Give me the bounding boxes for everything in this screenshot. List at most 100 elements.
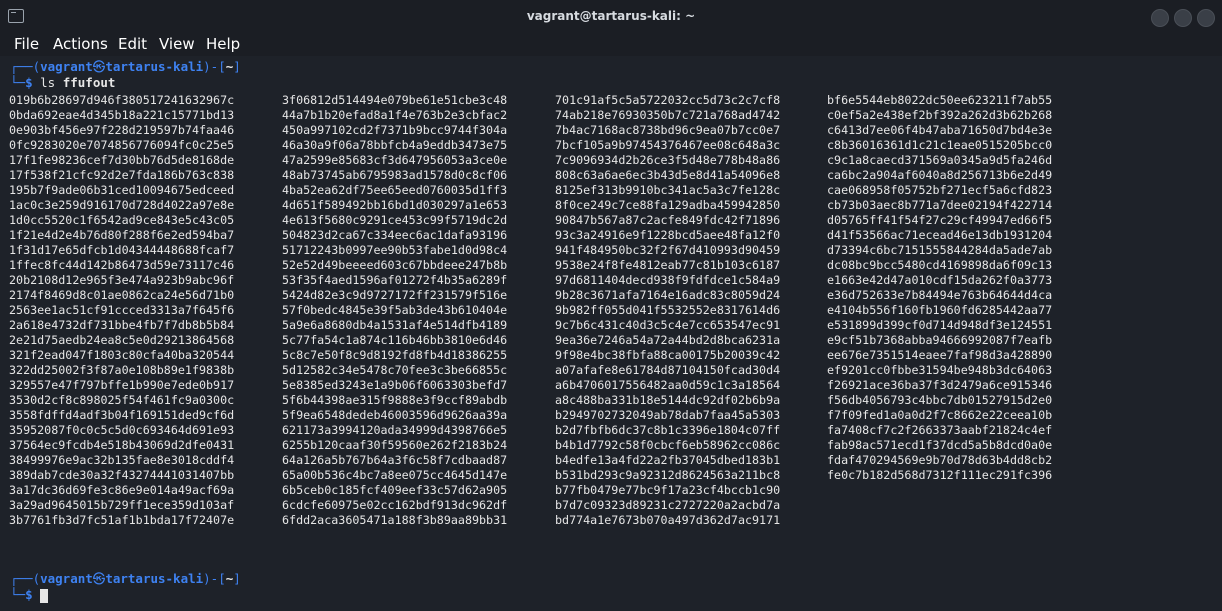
file-entry: 44a7b1b20efad8a1f4e763b2e3cbfac2: [282, 108, 508, 122]
file-entry: 701c91af5c5a5722032cc5d73c2c7cf8: [555, 93, 781, 107]
file-entry: 4e613f5680c9291ce453c99f5719dc2d: [282, 213, 508, 227]
file-entry: c9c1a8caecd371569a0345a9d5fa246d: [827, 153, 1053, 167]
file-entry: b531bd293c9a92312d8624563a211bc8: [555, 468, 781, 482]
file-entry: 195b7f9ade06b31ced10094675edceed: [9, 183, 235, 197]
menu-file[interactable]: File: [14, 35, 39, 53]
ls-row: 3a17dc36d69fe3c86e9e014a49acf69a 6b5ceb0c…: [9, 483, 1219, 498]
file-entry: f56db4056793c4bbc7db01527915d2e0: [827, 393, 1053, 407]
ls-row: 17f1fe98236cef7d30bb76d5de8168de 47a2599e…: [9, 153, 1219, 168]
file-entry: 5d12582c34e5478c70fee3c3be66855c: [282, 363, 508, 377]
file-entry: 6b5ceb0c185fcf409eef33c57d62a905: [282, 483, 508, 497]
file-entry: bf6e5544eb8022dc50ee623211f7ab55: [827, 93, 1053, 107]
maximize-button[interactable]: [1174, 9, 1192, 27]
file-entry: b4b1d7792c58f0cbcf6eb58962cc086c: [555, 438, 781, 452]
file-entry: 6255b120caaf30f59560e262f2183b24: [282, 438, 508, 452]
file-entry: dc08bc9bcc5480cd4169898da6f09c13: [827, 258, 1053, 272]
menu-help[interactable]: Help: [206, 35, 240, 53]
file-entry: f7f09fed1a0a0d2f7c8662e22ceea10b: [827, 408, 1053, 422]
file-entry: 2174f8469d8c01ae0862ca24e56d71b0: [9, 288, 235, 302]
file-entry: 941f484950bc32f2f67d410993d90459: [555, 243, 781, 257]
file-entry: ef9201cc0fbbe31594be948b3dc64063: [827, 363, 1053, 377]
file-entry: 5a9e6a8680db4a1531af4e514dfb4189: [282, 318, 508, 332]
file-entry: 0fc9283020e7074856776094fc0c25e5: [9, 138, 235, 152]
file-entry: 3a29ad9645015b729ff1ece359d103af: [9, 498, 235, 512]
file-entry: 8f0ce249c7ce88fa129adba459942850: [555, 198, 781, 212]
window-title: vagrant@tartarus-kali: ~: [526, 9, 696, 23]
file-entry: 5c77fa54c1a874c116b46bb3810e6d46: [282, 333, 508, 347]
file-entry: 1f31d17e65dfcb1d04344448688fcaf7: [9, 243, 235, 257]
file-entry: a8c488ba331b18e5144dc92df02b6b9a: [555, 393, 781, 407]
file-entry: 8125ef313b9910bc341ac5a3c7fe128c: [555, 183, 781, 197]
file-entry: e4104b556f160fb1960fd6285442aa77: [827, 303, 1053, 317]
file-entry: 9b28c3671afa7164e16adc83c8059d24: [555, 288, 781, 302]
file-entry: fdaf470294569e9b70d78d63b4dd8cb2: [827, 453, 1053, 467]
file-entry: b2d7fbfb6dc37c8b1c3396e1804c07ff: [555, 423, 781, 437]
file-entry: 321f2ead047f1803c80cfa40ba320544: [9, 348, 235, 362]
file-entry: 1ffec8fc44d142b86473d59e73117c46: [9, 258, 235, 272]
menu-bar: File Actions Edit View Help: [0, 34, 1222, 56]
file-entry: 57f0bedc4845e39f5ab3de43b610404e: [282, 303, 508, 317]
prompt-line-1: ┌──(vagrant㉿tartarus-kali)-[~]: [10, 59, 241, 74]
file-entry: 3b7761fb3d7fc51af1b1bda17f72407e: [9, 513, 235, 527]
ls-row: 1d0cc5520c1f6542ad9ce843e5c43c05 4e613f56…: [9, 213, 1219, 228]
file-entry: 0bda692eae4d345b18a221c15771bd13: [9, 108, 235, 122]
file-entry: 9538e24f8fe4812eab77c81b103c6187: [555, 258, 781, 272]
file-entry: 5e8385ed3243e1a9b06f6063303befd7: [282, 378, 508, 392]
file-entry: [827, 498, 1127, 513]
file-entry: 52e52d49beeeed603c67bbdeee247b8b: [282, 258, 508, 272]
file-entry: a07afafe8e61784d87104150fcad30d4: [555, 363, 781, 377]
menu-edit[interactable]: Edit: [118, 35, 147, 53]
file-entry: 90847b567a87c2acfe849fdc42f71896: [555, 213, 781, 227]
file-entry: 0e903bf456e97f228d219597b74faa46: [9, 123, 235, 137]
file-entry: d05765ff41f54f27c29cf49947ed66f5: [827, 213, 1053, 227]
close-button[interactable]: [1197, 9, 1215, 27]
file-entry: 20b2108d12e965f3e474a923b9abc96f: [9, 273, 235, 287]
ls-row: 0fc9283020e7074856776094fc0c25e5 46a30a9f…: [9, 138, 1219, 153]
file-entry: fe0c7b182d568d7312f111ec291fc396: [827, 468, 1053, 482]
ls-row: 38499976e9ac32b135fae8e3018cddf4 64a126a5…: [9, 453, 1219, 468]
menu-actions[interactable]: Actions: [53, 35, 108, 53]
file-entry: 2a618e4732df731bbe4fb7f7db8b5b84: [9, 318, 235, 332]
file-entry: fa7408cf7c2f2663373aabf21824c4ef: [827, 423, 1053, 437]
file-entry: 5f9ea6548dedeb46003596d9626aa39a: [282, 408, 508, 422]
ls-row: 329557e47f797bffe1b990e7ede0b917 5e8385ed…: [9, 378, 1219, 393]
file-entry: cae068958f05752bf271ecf5a6cfd823: [827, 183, 1053, 197]
ls-row: 3b7761fb3d7fc51af1b1bda17f72407e 6fdd2aca…: [9, 513, 1219, 528]
file-entry: 5424d82e3c9d9727172ff231579f516e: [282, 288, 508, 302]
file-entry: 1f21e4d2e4b76d80f288f6e2ed594ba7: [9, 228, 235, 242]
file-entry: 64a126a5b767b64a3f6c58f7cdbaad87: [282, 453, 508, 467]
file-entry: 450a997102cd2f7371b9bcc9744f304a: [282, 123, 508, 137]
ls-row: 2174f8469d8c01ae0862ca24e56d71b0 5424d82e…: [9, 288, 1219, 303]
file-entry: 5f6b44398ae315f9888e3f9ccf89abdb: [282, 393, 508, 407]
file-entry: 9b982ff055d041f5532552e8317614d6: [555, 303, 781, 317]
active-prompt-line[interactable]: └─$: [10, 587, 49, 603]
file-entry: 6fdd2aca3605471a188f3b89aa89bb31: [282, 513, 508, 527]
file-entry: 7bcf105a9b97454376467ee08c648a3c: [555, 138, 781, 152]
file-entry: 621173a3994120ada34999d4398766e5: [282, 423, 508, 437]
terminal-area[interactable]: ┌──(vagrant㉿tartarus-kali)-[~] └─$ ls ff…: [0, 56, 1222, 611]
text-cursor: [40, 588, 49, 603]
file-entry: b7d7c09323d89231c2727220a2acbd7a: [555, 498, 781, 512]
file-entry: 4d651f589492bb16bd1d030297a1e653: [282, 198, 508, 212]
file-entry: 329557e47f797bffe1b990e7ede0b917: [9, 378, 235, 392]
file-entry: 019b6b28697d946f380517241632967c: [9, 93, 235, 107]
ls-output: 019b6b28697d946f380517241632967c 3f06812d…: [9, 93, 1219, 528]
file-entry: c6413d7ee06f4b47aba71650d7bd4e3e: [827, 123, 1053, 137]
file-entry: 53f35f4aed1596af01272f4b35a6289f: [282, 273, 508, 287]
file-entry: 9f98e4bc38fbfa88ca00175b20039c42: [555, 348, 781, 362]
menu-view[interactable]: View: [159, 35, 195, 53]
ls-row: 1f21e4d2e4b76d80f288f6e2ed594ba7 504823d2…: [9, 228, 1219, 243]
file-entry: ca6bc2a904af6040a8d256713b6e2d49: [827, 168, 1053, 182]
file-entry: 37564ec9fcdb4e518b43069d2dfe0431: [9, 438, 235, 452]
file-entry: 9c7b6c431c40d3c5c4e7cc653547ec91: [555, 318, 781, 332]
file-entry: 48ab73745ab6795983ad1578d0c8cf06: [282, 168, 508, 182]
ls-row: 2563ee1ac51cf91ccced3313a7f645f6 57f0bedc…: [9, 303, 1219, 318]
minimize-button[interactable]: [1151, 9, 1169, 27]
command-line: └─$ ls ffufout: [10, 75, 116, 90]
ls-row: 322dd25002f3f87a0e108b89e1f9838b 5d12582c…: [9, 363, 1219, 378]
file-entry: 504823d2ca67c334eec6ac1dafa93196: [282, 228, 508, 242]
file-entry: 1ac0c3e259d916170d728d4022a97e8e: [9, 198, 235, 212]
ls-row: 195b7f9ade06b31ced10094675edceed 4ba52ea6…: [9, 183, 1219, 198]
file-entry: 35952087f0c0c5c5d0c693464d691e93: [9, 423, 235, 437]
ls-row: 1ac0c3e259d916170d728d4022a97e8e 4d651f58…: [9, 198, 1219, 213]
